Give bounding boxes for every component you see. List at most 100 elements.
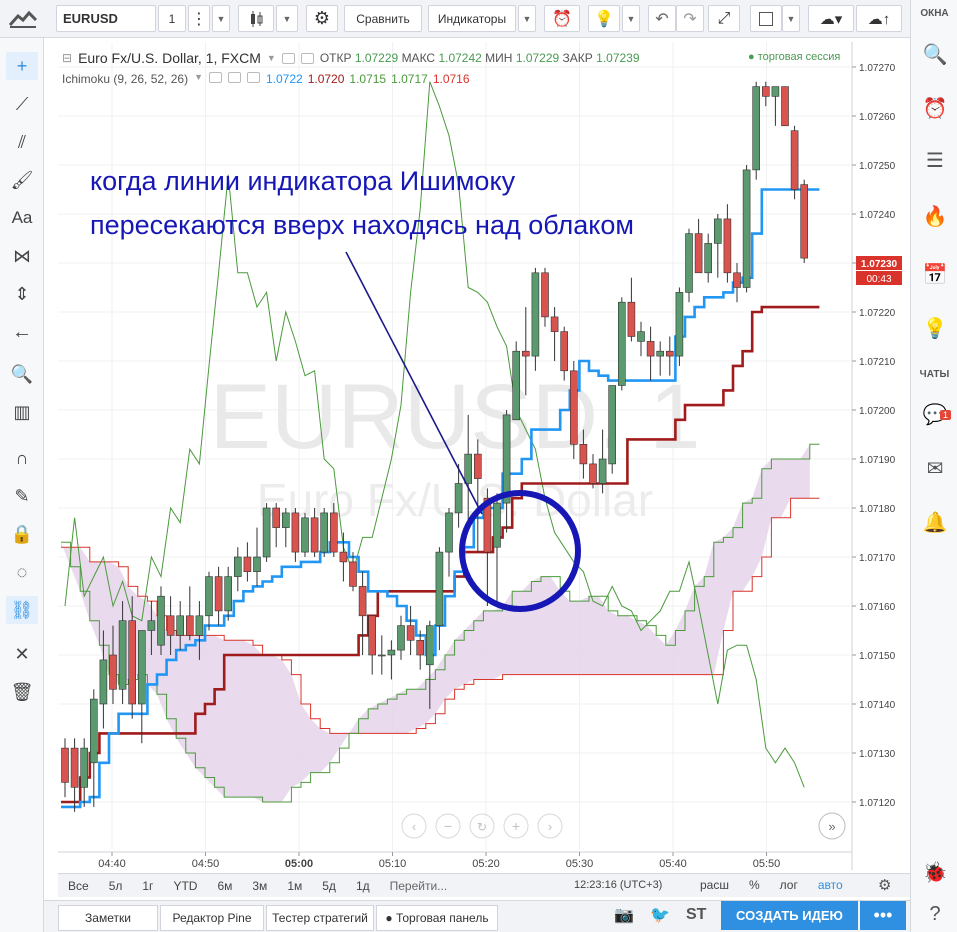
- footer-tab[interactable]: ● Торговая панель: [376, 905, 498, 931]
- candle: [262, 503, 271, 562]
- price-tick-label: 1.07250: [859, 161, 896, 172]
- candle-body: [166, 615, 175, 636]
- candle: [742, 165, 751, 293]
- legend-settings-icon[interactable]: [281, 52, 295, 64]
- candle-body: [99, 659, 108, 705]
- candle-body: [598, 458, 607, 484]
- stocktwits-icon[interactable]: ST: [686, 906, 706, 924]
- candle-body: [118, 620, 127, 690]
- indicator-name[interactable]: Ichimoku (9, 26, 52, 26): [62, 72, 188, 86]
- time-tick-label: 05:50: [753, 858, 781, 870]
- scale-option-button[interactable]: расш: [690, 878, 739, 892]
- candle-body: [761, 86, 770, 97]
- settings-gear-icon[interactable]: ⚙: [878, 876, 891, 894]
- candle-body: [368, 615, 377, 656]
- camera-icon[interactable]: 📷: [614, 905, 634, 925]
- candle-body: [771, 86, 780, 97]
- session-label: торговая сессия: [757, 51, 841, 63]
- time-tick-label: 05:40: [659, 858, 687, 870]
- price-scale[interactable]: 1.07120 1.07130 1.07140 1.07150 1.07160 1.071…: [852, 63, 896, 809]
- indicator-close-icon[interactable]: [247, 72, 260, 83]
- candle-body: [454, 483, 463, 514]
- twitter-bird-icon[interactable]: 🐦: [650, 905, 670, 925]
- range-button[interactable]: 1м: [277, 879, 312, 893]
- price-tick-label: 1.07240: [859, 210, 896, 221]
- range-button[interactable]: Все: [58, 879, 99, 893]
- candle: [157, 586, 165, 655]
- range-button[interactable]: 1г: [132, 879, 163, 893]
- candle: [790, 125, 799, 200]
- candle-body: [435, 551, 444, 626]
- candle-body: [157, 595, 165, 646]
- chevron-down-icon[interactable]: ▼: [194, 72, 203, 86]
- candle-body: [90, 698, 98, 764]
- candle-body: [195, 615, 204, 636]
- time-tick-label: 04:50: [192, 858, 220, 870]
- indicator-settings-icon[interactable]: [228, 72, 241, 83]
- collapse-icon[interactable]: ⊟: [62, 51, 72, 65]
- candle: [301, 512, 309, 557]
- candle-body: [694, 233, 703, 274]
- more-options-button[interactable]: •••: [860, 901, 906, 930]
- candle-body: [550, 316, 559, 332]
- legend-title[interactable]: Euro Fx/U.S. Dollar, 1, FXCM: [78, 50, 261, 66]
- scale-option-button[interactable]: %: [739, 878, 770, 892]
- range-button[interactable]: 5л: [99, 879, 133, 893]
- scale-option-button[interactable]: авто: [808, 878, 853, 892]
- symbol-legend: ⊟ Euro Fx/U.S. Dollar, 1, FXCM ▼ ОТКР 1.…: [62, 50, 640, 66]
- current-price-label: 1.07230: [861, 259, 898, 270]
- candle-body: [531, 272, 540, 357]
- create-idea-button[interactable]: СОЗДАТЬ ИДЕЮ: [721, 901, 858, 930]
- range-button[interactable]: 5д: [312, 879, 346, 893]
- range-button[interactable]: Перейти...: [380, 879, 458, 893]
- time-tick-label: 05:20: [472, 858, 500, 870]
- candle-body: [493, 502, 501, 548]
- candle-body: [224, 576, 232, 612]
- candle-body: [80, 747, 88, 788]
- indicator-eye-icon[interactable]: [209, 72, 222, 83]
- low-label: МИН: [485, 51, 513, 65]
- candle-body: [397, 625, 405, 651]
- close-label: ЗАКР: [562, 51, 593, 65]
- candle: [617, 297, 626, 391]
- range-button[interactable]: 6м: [207, 879, 242, 893]
- time-tick-label: 05:10: [379, 858, 407, 870]
- candle-body: [109, 654, 117, 690]
- candle-body: [512, 350, 521, 421]
- footer-tab[interactable]: Редактор Pine: [160, 905, 264, 931]
- indicator-value: 1.0715: [349, 72, 387, 86]
- footer-tab[interactable]: Тестер стратегий: [266, 905, 374, 931]
- candle-body: [310, 517, 319, 553]
- candle-body: [425, 625, 434, 666]
- countdown-label: 00:43: [866, 274, 891, 285]
- candle-body: [627, 301, 636, 337]
- range-button[interactable]: 1д: [346, 879, 380, 893]
- candle: [531, 267, 540, 371]
- candle-body: [541, 272, 549, 318]
- candle-body: [781, 86, 789, 127]
- annotation-line-1: когда линии индикатора Ишимоку: [90, 166, 516, 196]
- legend-close-icon[interactable]: [300, 52, 314, 64]
- candle-body: [329, 512, 338, 553]
- candle-body: [128, 620, 136, 705]
- candle-body: [205, 576, 213, 617]
- scale-option-button[interactable]: лог: [770, 878, 808, 892]
- footer-tab[interactable]: Заметки: [58, 905, 158, 931]
- time-scale[interactable]: 04:40 04:50 05:00 05:10 05:20 05:30 05:40 05:50: [98, 852, 780, 870]
- candle-body: [138, 630, 146, 705]
- candle-body: [685, 233, 693, 293]
- chevron-left-icon: ‹: [412, 819, 416, 834]
- price-chart[interactable]: EURUSD, 1 Euro Fx/U.S. Dollar 1.071201.0…: [0, 0, 957, 932]
- candle-body: [742, 169, 751, 288]
- indicator-values: 1.0722 1.0720 1.0715 1.0717 1.0716: [266, 72, 475, 86]
- high-label: МАКС: [401, 51, 436, 65]
- price-tick-label: 1.07130: [859, 749, 896, 760]
- range-button[interactable]: 3м: [242, 879, 277, 893]
- time-tick-label: 05:30: [566, 858, 594, 870]
- candle-body: [176, 615, 184, 636]
- high-value: 1.07242: [438, 51, 482, 65]
- range-button[interactable]: YTD: [163, 879, 207, 893]
- candle-body: [358, 586, 367, 617]
- chevron-down-icon[interactable]: ▼: [267, 53, 276, 63]
- candle-body: [61, 747, 69, 783]
